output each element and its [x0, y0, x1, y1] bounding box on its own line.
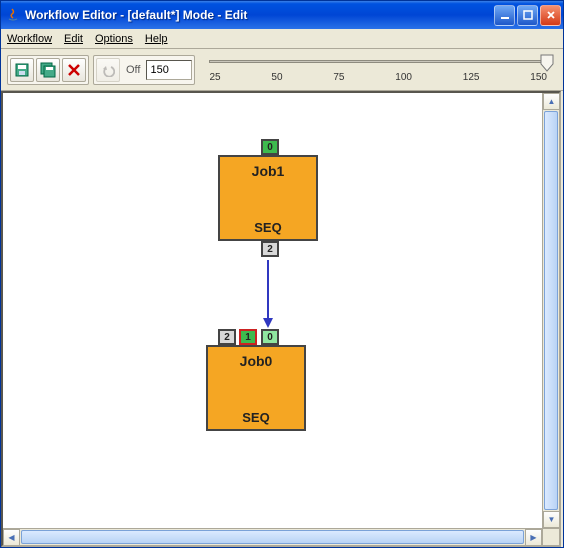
node-job0-in-port-2[interactable]: 2	[218, 329, 236, 345]
close-button[interactable]	[540, 5, 561, 26]
node-job1-mode: SEQ	[220, 220, 316, 235]
node-job0-in-port-1[interactable]: 1	[239, 329, 257, 345]
off-label: Off	[122, 64, 144, 76]
node-job1[interactable]: Job1 SEQ 0 2	[218, 155, 318, 241]
save-button[interactable]	[10, 58, 34, 82]
undo-button[interactable]	[96, 58, 120, 82]
delete-button[interactable]	[62, 58, 86, 82]
canvas[interactable]: Job1 SEQ 0 2 Job0 SEQ 2 1 0	[3, 93, 542, 528]
scroll-left-button[interactable]: ◀	[3, 529, 20, 546]
maximize-button[interactable]	[517, 5, 538, 26]
vertical-scroll-thumb[interactable]	[544, 111, 558, 510]
vertical-scrollbar[interactable]: ▲ ▼	[542, 93, 559, 528]
menu-options[interactable]: Options	[95, 33, 133, 45]
scroll-right-button[interactable]: ▶	[525, 529, 542, 546]
work-area: Job1 SEQ 0 2 Job0 SEQ 2 1 0 ▲ ▼ ◀ ▶	[1, 91, 561, 547]
titlebar: Workflow Editor - [default*] Mode - Edit	[1, 1, 563, 29]
tick-25: 25	[209, 72, 220, 83]
menu-help[interactable]: Help	[145, 33, 168, 45]
node-job1-title: Job1	[220, 157, 316, 179]
tick-150: 150	[530, 72, 547, 83]
menu-workflow[interactable]: Workflow	[7, 33, 52, 45]
menu-edit[interactable]: Edit	[64, 33, 83, 45]
tick-125: 125	[463, 72, 480, 83]
save-all-button[interactable]	[36, 58, 60, 82]
java-app-icon	[5, 7, 21, 23]
horizontal-scrollbar[interactable]: ◀ ▶	[3, 528, 542, 545]
node-job0-in-port-0[interactable]: 0	[261, 329, 279, 345]
zoom-slider[interactable]: 25 50 75 100 125 150	[199, 56, 557, 83]
horizontal-scroll-thumb[interactable]	[21, 530, 524, 544]
toolbar-group-edit: Off	[93, 55, 195, 85]
node-job0-mode: SEQ	[208, 410, 304, 425]
edge-job1-job0	[267, 260, 269, 320]
menubar: Workflow Edit Options Help	[1, 29, 563, 49]
toolbar: Off 25 50 75 100 125 150	[1, 49, 563, 91]
window-controls	[494, 5, 561, 26]
toolbar-group-file	[7, 55, 89, 85]
tick-75: 75	[333, 72, 344, 83]
node-job0[interactable]: Job0 SEQ 2 1 0	[206, 345, 306, 431]
scroll-up-button[interactable]: ▲	[543, 93, 560, 110]
tick-100: 100	[395, 72, 412, 83]
node-job1-in-port-0[interactable]: 0	[261, 139, 279, 155]
tick-50: 50	[271, 72, 282, 83]
edge-job1-job0-arrowhead	[263, 318, 273, 328]
node-job1-out-port-2[interactable]: 2	[261, 241, 279, 257]
window-title: Workflow Editor - [default*] Mode - Edit	[25, 8, 494, 22]
slider-labels: 25 50 75 100 125 150	[209, 72, 547, 83]
minimize-button[interactable]	[494, 5, 515, 26]
zoom-input[interactable]	[146, 60, 192, 80]
scroll-down-button[interactable]: ▼	[543, 511, 560, 528]
scroll-corner	[542, 528, 559, 545]
node-job0-title: Job0	[208, 347, 304, 369]
slider-thumb[interactable]	[540, 54, 554, 70]
